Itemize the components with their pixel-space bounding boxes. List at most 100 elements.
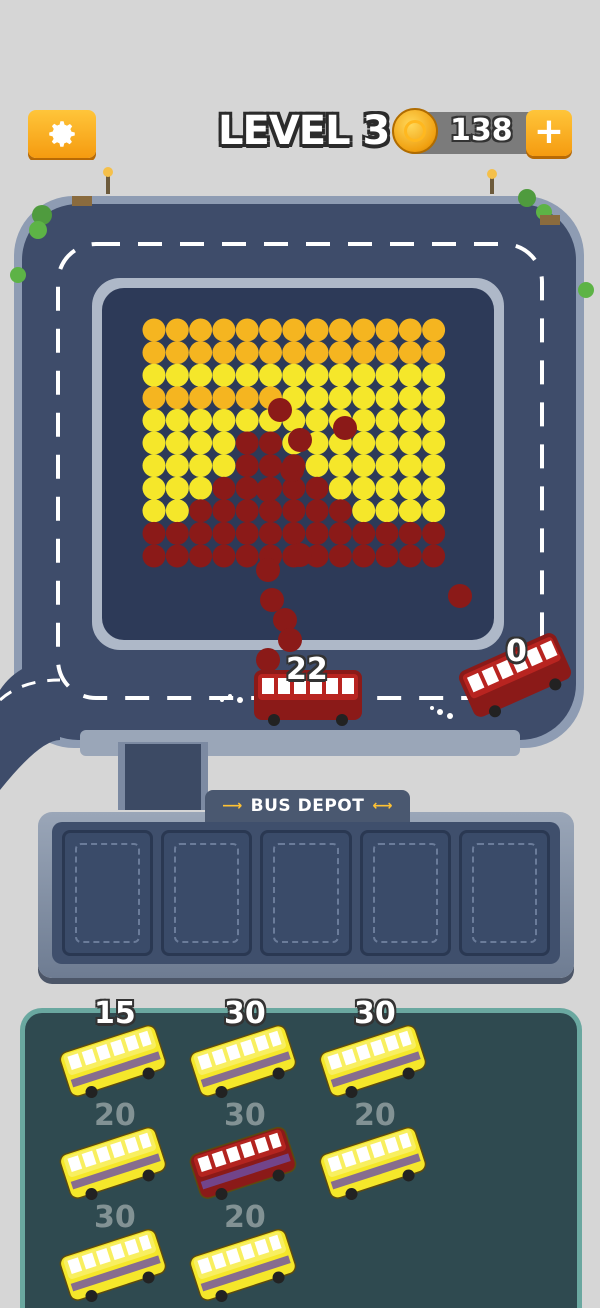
passenger [142,318,166,342]
passenger [256,478,280,502]
passenger [165,318,189,342]
passenger [352,499,376,523]
depot-slot-3[interactable] [260,830,352,956]
passenger [235,408,259,432]
passenger [305,408,329,432]
passenger [235,431,259,455]
passenger [398,454,422,478]
passenger [165,341,189,365]
passenger [352,363,376,387]
garage-bus-count: 30 [224,996,266,1031]
garage-bus-count: 30 [224,1098,266,1133]
passenger [189,318,213,342]
garage-bus-count: 15 [94,996,136,1031]
passenger [305,341,329,365]
passenger [305,499,329,523]
passenger [165,544,189,568]
depot-title-bar: ⟶ BUS DEPOT ⟷ [205,790,410,822]
passenger [259,318,282,342]
depot-slot-5[interactable] [458,830,551,956]
passenger [268,398,292,422]
passenger [212,476,236,500]
depot-title: BUS DEPOT [250,796,365,816]
passenger [142,341,166,365]
passenger [280,458,304,482]
garage-bus-count: 20 [94,1098,136,1133]
passenger [398,341,422,365]
coin-count: 138 [450,113,513,148]
passenger [305,363,329,387]
passenger [142,521,166,545]
passenger [352,341,376,365]
passenger [259,363,282,387]
passenger [142,476,166,500]
passenger [212,363,236,387]
passenger [165,499,189,523]
passenger [328,476,352,500]
passenger [278,628,302,652]
passenger [189,476,213,500]
passenger [305,318,329,342]
passenger [288,543,312,567]
passenger [165,363,189,387]
passenger [259,431,282,455]
gear-icon [49,121,75,147]
passenger [398,499,422,523]
level-label: LEVEL 3 [218,108,390,154]
passenger [352,318,376,342]
passenger [375,544,399,568]
settings-button[interactable] [28,110,96,158]
passenger [212,431,236,455]
garage-bus-count: 30 [94,1200,136,1235]
passenger [375,318,399,342]
passenger [142,544,166,568]
passenger [235,318,259,342]
passenger [212,499,236,523]
depot-slot-4[interactable] [359,830,451,956]
passenger [282,363,306,387]
passenger [328,318,352,342]
passenger [212,454,236,478]
passenger [189,544,213,568]
passenger [375,386,399,410]
passenger [212,386,236,410]
passenger [328,341,352,365]
passenger [422,431,446,455]
passenger [398,408,422,432]
passenger [422,408,446,432]
passenger [142,499,166,523]
passenger [398,476,422,500]
passenger [375,499,399,523]
passenger [328,363,352,387]
passenger [212,521,236,545]
passenger [142,408,166,432]
passenger [235,454,259,478]
passenger [375,521,399,545]
passenger [235,544,259,568]
passenger [398,386,422,410]
passenger [422,544,446,568]
passenger [282,341,306,365]
passenger [256,648,280,672]
passenger [189,363,213,387]
depot-slot-2[interactable] [161,830,253,956]
passenger [328,544,352,568]
arrow-left-right-icon: ⟷ [372,798,393,814]
passenger [352,544,376,568]
passenger [273,608,297,632]
passenger [259,499,282,523]
passenger [328,454,352,478]
bus-depot-panel [38,812,574,978]
passenger [189,341,213,365]
depot-slot-1[interactable] [62,830,154,956]
passenger [375,341,399,365]
passenger [398,318,422,342]
passenger [259,521,282,545]
add-coins-button[interactable]: + [526,110,572,156]
passenger [189,454,213,478]
game-board[interactable] [0,160,600,810]
passenger [142,431,166,455]
passenger [212,318,236,342]
passenger [422,341,446,365]
passenger [422,363,446,387]
